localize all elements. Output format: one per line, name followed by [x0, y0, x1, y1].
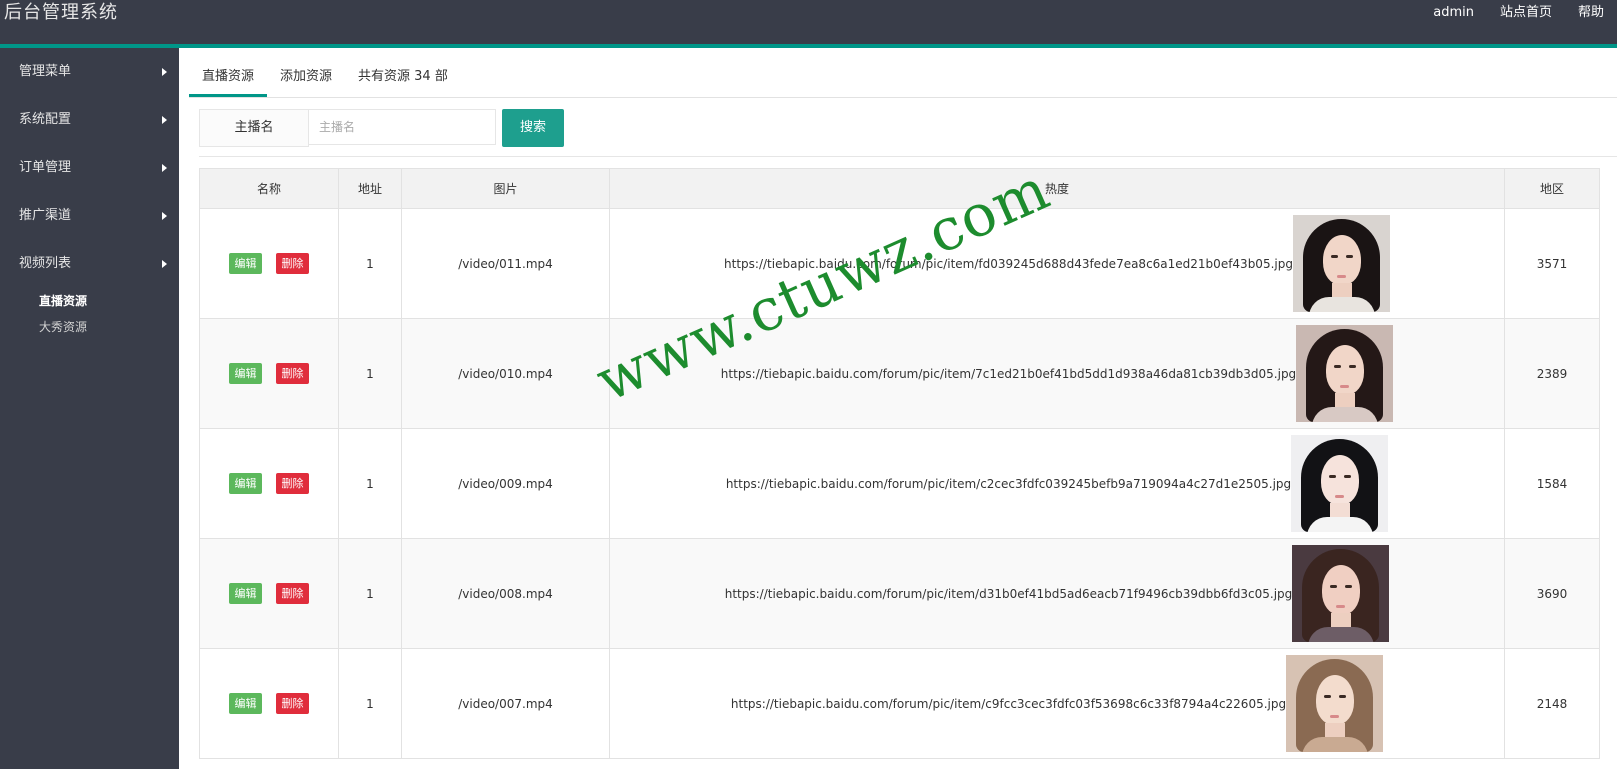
edit-button[interactable]: 编辑: [229, 583, 262, 604]
table-row: 编辑 删除 1 /video/010.mp4 https://tiebapic.b…: [199, 318, 1600, 429]
search-button[interactable]: 搜索: [502, 109, 564, 147]
region-cell: 1584: [1504, 428, 1600, 539]
actions-cell: 编辑 删除: [199, 428, 339, 539]
search-label: 主播名: [199, 109, 309, 147]
column-header-address: 地址: [338, 168, 402, 209]
sidebar-item-promotion[interactable]: 推广渠道: [0, 192, 179, 240]
image-cell: https://tiebapic.baidu.com/forum/pic/ite…: [609, 208, 1505, 319]
delete-button[interactable]: 删除: [276, 583, 309, 604]
tab-resource-count[interactable]: 共有资源 34 部: [345, 61, 461, 96]
region-cell: 2389: [1504, 318, 1600, 429]
sidebar: 管理菜单 系统配置 订单管理 推广渠道 视频列表 直播资源 大秀资源: [0, 48, 179, 769]
sidebar-item-label: 管理菜单: [19, 64, 72, 79]
site-home-link[interactable]: 站点首页: [1487, 0, 1565, 26]
table-row: 编辑 删除 1 /video/007.mp4 https://tiebapic.b…: [199, 648, 1600, 759]
actions-cell: 编辑 删除: [199, 208, 339, 319]
tab-bar: 直播资源 添加资源 共有资源 34 部: [189, 61, 1617, 98]
image-url: https://tiebapic.baidu.com/forum/pic/ite…: [725, 476, 1292, 491]
address-cell: /video/011.mp4: [401, 208, 610, 319]
region-cell: 3690: [1504, 538, 1600, 649]
caret-right-icon: [162, 212, 167, 220]
actions-cell: 编辑 删除: [199, 318, 339, 429]
caret-right-icon: [162, 68, 167, 76]
edit-button[interactable]: 编辑: [229, 473, 262, 494]
caret-right-icon: [162, 260, 167, 268]
thumbnail-image: [1292, 545, 1390, 642]
edit-button[interactable]: 编辑: [229, 363, 262, 384]
delete-button[interactable]: 删除: [276, 693, 309, 714]
name-cell: 1: [338, 428, 402, 539]
sidebar-item-system-config[interactable]: 系统配置: [0, 96, 179, 144]
name-cell: 1: [338, 538, 402, 649]
image-cell: https://tiebapic.baidu.com/forum/pic/ite…: [609, 648, 1505, 759]
table-row: 编辑 删除 1 /video/009.mp4 https://tiebapic.b…: [199, 428, 1600, 539]
sidebar-item-manage-menu[interactable]: 管理菜单: [0, 48, 179, 96]
column-header-image: 图片: [401, 168, 610, 209]
help-link[interactable]: 帮助: [1565, 0, 1617, 26]
tab-live-resources[interactable]: 直播资源: [189, 61, 268, 97]
column-header-heat: 热度: [609, 168, 1505, 209]
delete-button[interactable]: 删除: [276, 473, 309, 494]
main-content: 直播资源 添加资源 共有资源 34 部 主播名 搜索 名称 地址 图片 热度 地…: [179, 48, 1617, 769]
table-header-row: 名称 地址 图片 热度 地区: [199, 168, 1600, 209]
sidebar-item-label: 系统配置: [19, 112, 72, 127]
top-header: 后台管理系统 admin 站点首页 帮助: [0, 0, 1617, 44]
delete-button[interactable]: 删除: [276, 253, 309, 274]
name-cell: 1: [338, 648, 402, 759]
sidebar-subitem-show-resources[interactable]: 大秀资源: [0, 314, 179, 340]
caret-right-icon: [162, 116, 167, 124]
thumbnail-image: [1292, 215, 1390, 312]
tab-add-resource[interactable]: 添加资源: [267, 61, 345, 96]
sidebar-subitem-live-resources[interactable]: 直播资源: [0, 288, 179, 314]
actions-cell: 编辑 删除: [199, 648, 339, 759]
image-url: https://tiebapic.baidu.com/forum/pic/ite…: [724, 586, 1293, 601]
search-input[interactable]: [309, 109, 496, 145]
delete-button[interactable]: 删除: [276, 363, 309, 384]
table-row: 编辑 删除 1 /video/011.mp4 https://tiebapic.b…: [199, 208, 1600, 319]
actions-cell: 编辑 删除: [199, 538, 339, 649]
thumbnail-image: [1291, 435, 1389, 532]
sidebar-item-label: 推广渠道: [19, 208, 72, 223]
sidebar-item-label: 视频列表: [19, 256, 72, 271]
resource-table: 名称 地址 图片 热度 地区 编辑 删除 1 /video/011.mp4 htt…: [199, 168, 1600, 759]
app-title: 后台管理系统: [4, 2, 118, 23]
table-row: 编辑 删除 1 /video/008.mp4 https://tiebapic.b…: [199, 538, 1600, 649]
address-cell: /video/009.mp4: [401, 428, 610, 539]
image-url: https://tiebapic.baidu.com/forum/pic/ite…: [724, 256, 1293, 271]
image-cell: https://tiebapic.baidu.com/forum/pic/ite…: [609, 538, 1505, 649]
name-cell: 1: [338, 318, 402, 429]
region-cell: 3571: [1504, 208, 1600, 319]
edit-button[interactable]: 编辑: [229, 253, 262, 274]
image-url: https://tiebapic.baidu.com/forum/pic/ite…: [730, 696, 1287, 711]
image-cell: https://tiebapic.baidu.com/forum/pic/ite…: [609, 428, 1505, 539]
sidebar-item-label: 订单管理: [19, 160, 72, 175]
sidebar-item-orders[interactable]: 订单管理: [0, 144, 179, 192]
address-cell: /video/010.mp4: [401, 318, 610, 429]
sidebar-item-video-list[interactable]: 视频列表: [0, 240, 179, 288]
admin-user-link[interactable]: admin: [1420, 0, 1487, 26]
search-bar: 主播名 搜索: [199, 109, 564, 147]
name-cell: 1: [338, 208, 402, 319]
top-nav: admin 站点首页 帮助: [1420, 0, 1617, 26]
thumbnail-image: [1286, 655, 1384, 752]
column-header-region: 地区: [1504, 168, 1600, 209]
column-header-name: 名称: [199, 168, 339, 209]
image-cell: https://tiebapic.baidu.com/forum/pic/ite…: [609, 318, 1505, 429]
region-cell: 2148: [1504, 648, 1600, 759]
image-url: https://tiebapic.baidu.com/forum/pic/ite…: [720, 366, 1297, 381]
divider: [199, 156, 1617, 157]
caret-right-icon: [162, 164, 167, 172]
edit-button[interactable]: 编辑: [229, 693, 262, 714]
thumbnail-image: [1296, 325, 1394, 422]
address-cell: /video/008.mp4: [401, 538, 610, 649]
address-cell: /video/007.mp4: [401, 648, 610, 759]
